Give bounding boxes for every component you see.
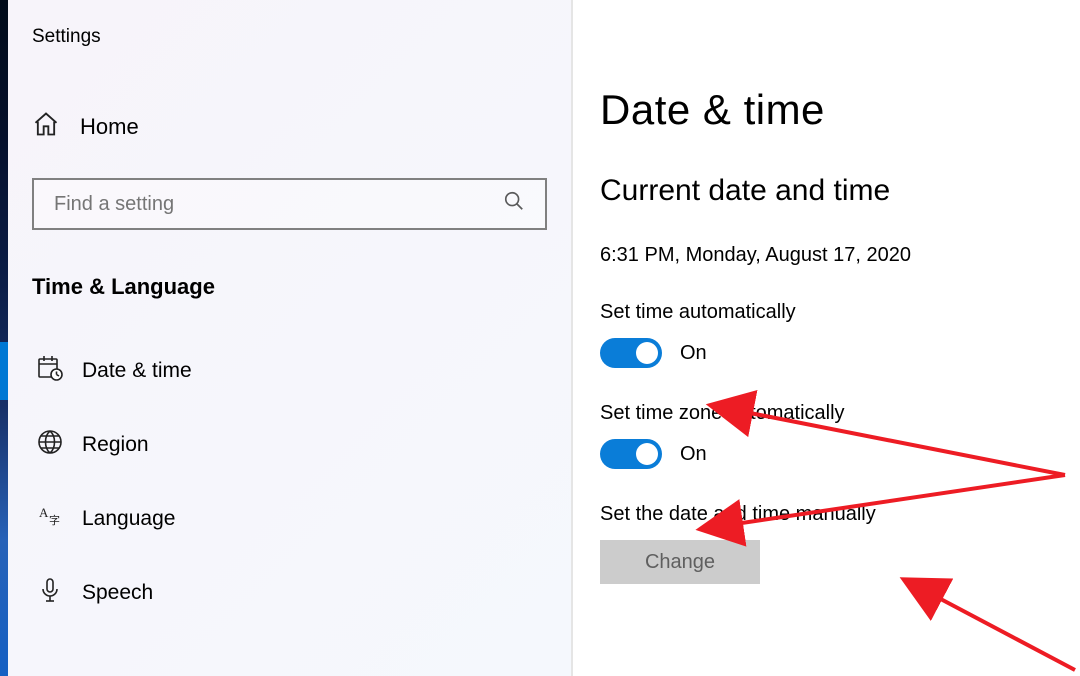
search-icon [503, 190, 525, 218]
set-tz-auto-label: Set time zone automatically [600, 402, 1070, 425]
sidebar-item-region[interactable]: Region [8, 408, 571, 482]
sidebar-item-label: Region [82, 433, 149, 457]
main-content: Date & time Current date and time 6:31 P… [600, 0, 1070, 676]
toggle-knob [636, 443, 658, 465]
sidebar-item-speech[interactable]: Speech [8, 556, 571, 630]
set-tz-auto-state: On [680, 443, 707, 466]
sidebar-item-label: Speech [82, 581, 153, 605]
sidebar: Settings Home Time & Language [8, 0, 573, 676]
manual-set-label: Set the date and time manually [600, 503, 1070, 526]
sidebar-category: Time & Language [32, 274, 571, 300]
page-title: Date & time [600, 86, 1070, 134]
globe-icon [36, 428, 64, 462]
app-title: Settings [8, 0, 571, 48]
change-button: Change [600, 540, 760, 584]
svg-text:字: 字 [49, 513, 60, 527]
current-datetime-heading: Current date and time [600, 174, 1070, 208]
search-box[interactable] [32, 178, 547, 230]
set-time-auto-state: On [680, 342, 707, 365]
calendar-clock-icon [36, 354, 64, 388]
toggle-knob [636, 342, 658, 364]
sidebar-home[interactable]: Home [8, 110, 571, 144]
search-input[interactable] [54, 193, 431, 216]
window-left-edge [0, 0, 8, 676]
current-datetime-value: 6:31 PM, Monday, August 17, 2020 [600, 244, 1070, 267]
language-icon: A 字 [36, 502, 64, 536]
svg-text:A: A [39, 505, 49, 520]
sidebar-item-label: Language [82, 507, 175, 531]
set-time-auto-label: Set time automatically [600, 301, 1070, 324]
sidebar-item-date-time[interactable]: Date & time [8, 334, 571, 408]
microphone-icon [36, 576, 64, 610]
set-time-auto-toggle[interactable] [600, 338, 662, 368]
sidebar-home-label: Home [80, 114, 139, 140]
set-tz-auto-toggle[interactable] [600, 439, 662, 469]
sidebar-item-language[interactable]: A 字 Language [8, 482, 571, 556]
home-icon [32, 110, 60, 144]
sidebar-item-label: Date & time [82, 359, 192, 383]
sidebar-nav: Date & time Region A 字 [8, 334, 571, 630]
